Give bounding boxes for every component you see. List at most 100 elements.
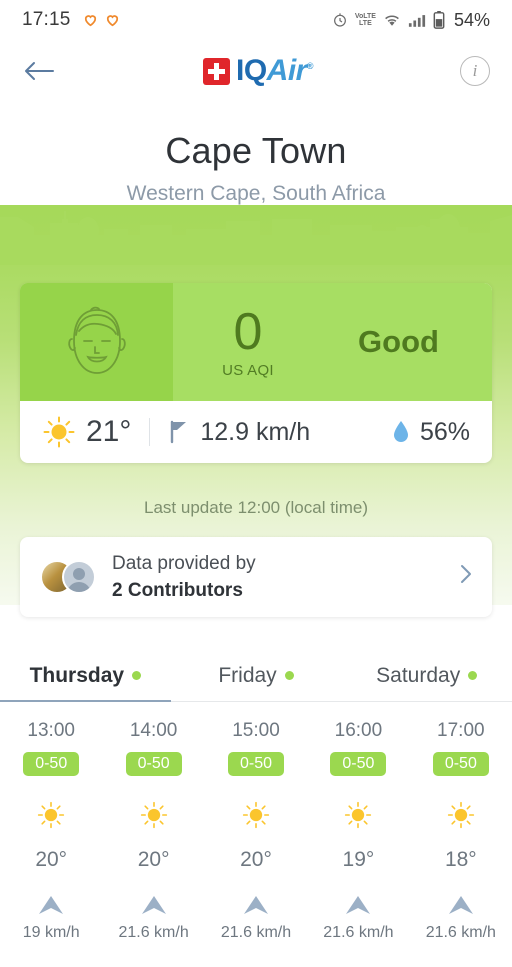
hour-column[interactable]: 16:00 0-50 19° 21.6 km/h <box>307 708 409 942</box>
wind-value: 12.9 km/h <box>200 417 311 446</box>
hour-temp: 20° <box>137 848 170 871</box>
hour-column[interactable]: 15:00 0-50 20° 21.6 km/h <box>205 708 307 942</box>
sun-icon <box>447 801 474 829</box>
aqi-dot-icon <box>284 671 294 680</box>
wifi-icon <box>385 15 399 26</box>
aqi-value-block: 0 US AQI <box>173 306 323 379</box>
hour-aqi-badge: 0-50 <box>23 752 80 776</box>
status-time: 17:15 <box>22 9 71 30</box>
hour-aqi-badge: 0-50 <box>432 752 489 776</box>
aqi-unit-label: US AQI <box>222 361 274 379</box>
temperature-item: 21° <box>42 415 131 449</box>
sun-icon <box>345 801 372 829</box>
status-badge: Good <box>358 324 439 359</box>
location-header: Cape Town Western Cape, South Africa <box>0 102 512 206</box>
alarm-icon <box>333 13 346 27</box>
hour-temp: 18° <box>444 848 477 871</box>
hour-weather-icon <box>0 798 102 832</box>
status-bar: 17:15 VoLTE LTE 54% <box>0 0 512 40</box>
app-screen: 17:15 VoLTE LTE 54% IQAir® i Cape Town W… <box>0 0 512 967</box>
day-tabs: Thursday Friday Saturday <box>0 650 512 702</box>
hour-wind: 21.6 km/h <box>220 924 292 941</box>
sun-icon <box>43 416 75 448</box>
hour-aqi-badge: 0-50 <box>330 752 387 776</box>
registered-mark: ® <box>306 61 314 71</box>
tab-saturday[interactable]: Saturday <box>341 650 512 701</box>
hour-weather-icon <box>205 798 307 832</box>
tab-label: Thursday <box>29 663 125 687</box>
swiss-cross-icon <box>203 57 230 85</box>
aqi-summary: 0 US AQI Good <box>20 283 492 401</box>
wind-direction-icon <box>205 892 307 918</box>
chevron-right-icon[interactable] <box>460 564 472 590</box>
humidity-item: 56% <box>392 418 470 447</box>
hour-aqi-badge: 0-50 <box>125 752 182 776</box>
divider <box>149 418 151 446</box>
hour-weather-icon <box>410 798 512 832</box>
aqi-values: 0 US AQI Good <box>173 283 492 401</box>
wind-direction-icon <box>102 892 204 918</box>
hour-time: 13:00 <box>27 720 75 741</box>
status-bar-left: 17:15 <box>22 9 120 31</box>
aqi-value: 0 <box>233 302 263 361</box>
back-button[interactable] <box>22 54 56 88</box>
wind-direction-icon <box>410 892 512 918</box>
hourly-forecast[interactable]: 13:00 0-50 20° 19 km/h 14:00 0-50 20° 21… <box>0 708 512 942</box>
hour-temp: 20° <box>240 848 272 871</box>
tab-label: Friday <box>218 663 277 687</box>
last-update-text: Last update 12:00 (local time) <box>144 498 368 517</box>
hour-time: 14:00 <box>129 720 178 741</box>
heart-icon <box>84 15 96 27</box>
hour-wind: 21.6 km/h <box>425 924 496 941</box>
water-drop-icon <box>393 421 408 442</box>
hour-temp: 19° <box>342 848 375 871</box>
app-logo: IQAir® <box>203 54 314 88</box>
hour-aqi-badge: 0-50 <box>228 752 285 776</box>
tab-friday[interactable]: Friday <box>171 650 342 701</box>
smiling-face-icon <box>67 306 126 374</box>
weather-row: 21° 12.9 km/h 56% <box>20 401 492 463</box>
wind-direction-icon <box>307 892 409 918</box>
signal-icon <box>408 14 426 27</box>
hour-temp: 20° <box>35 848 68 871</box>
hour-column[interactable]: 14:00 0-50 20° 21.6 km/h <box>102 708 204 942</box>
battery-percent: 54% <box>453 9 490 30</box>
page-title: Cape Town <box>165 130 347 171</box>
hour-column[interactable]: 13:00 0-50 20° 19 km/h <box>0 708 102 942</box>
hour-column[interactable]: 17:00 0-50 18° 21.6 km/h <box>410 708 512 942</box>
avatar-group <box>40 558 98 596</box>
aqi-dot-icon <box>468 671 478 680</box>
hour-time: 15:00 <box>232 720 280 741</box>
contributors-card[interactable]: Data provided by 2 Contributors <box>20 537 492 617</box>
info-button[interactable]: i <box>460 56 490 86</box>
battery-icon <box>433 11 445 29</box>
contributors-count: 2 Contributors <box>112 579 243 601</box>
notification-icons <box>83 13 120 27</box>
hour-wind: 19 km/h <box>22 924 80 941</box>
status-bar-right: VoLTE LTE 54% <box>332 10 490 31</box>
hour-wind: 21.6 km/h <box>118 924 189 941</box>
hour-time: 17:00 <box>437 720 485 741</box>
city-skyline-icon <box>0 211 512 265</box>
location-region: Western Cape, South Africa <box>126 182 386 205</box>
aqi-dot-icon <box>132 671 142 680</box>
contributors-text: Data provided by 2 Contributors <box>112 553 256 602</box>
wind-item: 12.9 km/h <box>168 418 310 447</box>
sun-icon <box>242 801 270 829</box>
hour-wind: 21.6 km/h <box>323 924 394 941</box>
aqi-face-panel <box>20 283 173 401</box>
wind-direction-icon <box>0 892 102 918</box>
hour-weather-icon <box>102 798 204 832</box>
sun-icon <box>38 801 65 829</box>
temperature-value: 21° <box>86 415 132 448</box>
app-bar: IQAir® i <box>0 40 512 102</box>
tab-label: Saturday <box>376 663 461 687</box>
wind-flag-icon <box>171 420 187 444</box>
avatar <box>62 560 96 594</box>
sun-icon <box>140 801 167 829</box>
hour-time: 16:00 <box>334 720 383 741</box>
tab-thursday[interactable]: Thursday <box>0 650 171 702</box>
logo-text-air: Air <box>266 54 308 87</box>
avatar-head <box>73 568 85 580</box>
aqi-card[interactable]: 0 US AQI Good 21° 12.9 km/h 56% <box>20 283 492 463</box>
